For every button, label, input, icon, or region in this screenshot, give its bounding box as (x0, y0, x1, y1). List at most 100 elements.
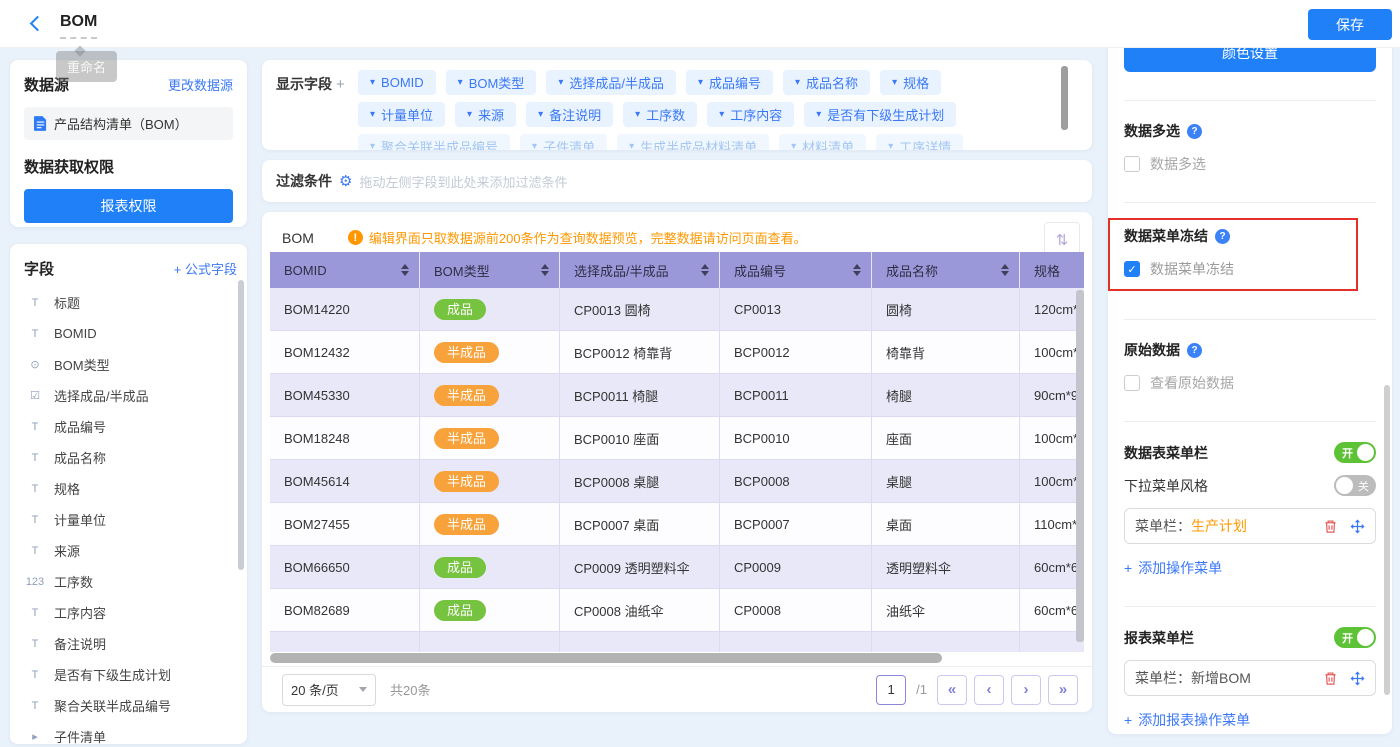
display-field-chip-disabled[interactable]: ▾ 材料清单 (779, 134, 866, 150)
back-icon[interactable] (30, 16, 46, 32)
field-item[interactable]: ▸ 子件清单 (24, 721, 237, 744)
column-header-label: BOMID (284, 263, 327, 278)
column-header[interactable]: 成品名称 (872, 252, 1020, 288)
display-field-chip-disabled[interactable]: ▾ 生成半成品材料清单 (617, 134, 769, 150)
table-menu-item[interactable]: 菜单栏： 生产计划 (1124, 508, 1376, 544)
add-table-menu-link[interactable]: + 添加操作菜单 (1124, 558, 1376, 578)
field-item[interactable]: ⊙ BOM类型 (24, 349, 237, 380)
field-item[interactable]: T 规格 (24, 473, 237, 504)
column-header[interactable]: 选择成品/半成品 (560, 252, 720, 288)
filter-panel[interactable]: 过滤条件 ⚙ 拖动左侧字段到此处来添加过滤条件 (262, 160, 1092, 202)
field-item[interactable]: 123 工序数 (24, 566, 237, 597)
display-field-chip[interactable]: ▾ 选择成品/半成品 (546, 70, 676, 95)
chevron-down-icon: ▾ (370, 141, 375, 150)
move-icon[interactable] (1350, 671, 1365, 686)
display-fields-scrollbar-thumb[interactable] (1061, 66, 1068, 130)
settings-scrollbar-thumb[interactable] (1384, 385, 1390, 695)
checkbox-unchecked[interactable] (1124, 156, 1140, 172)
column-header[interactable]: 规格 (1020, 252, 1084, 288)
save-button[interactable]: 保存 (1308, 9, 1392, 40)
sort-icon[interactable] (1001, 264, 1009, 276)
add-formula-field-link[interactable]: + 公式字段 (174, 259, 237, 278)
column-header[interactable]: 成品编号 (720, 252, 872, 288)
trash-icon[interactable] (1323, 519, 1338, 534)
dropdown-style-toggle[interactable]: 关 (1334, 475, 1376, 496)
field-label: 是否有下级生成计划 (54, 665, 171, 684)
field-item[interactable]: T 成品编号 (24, 411, 237, 442)
trash-icon[interactable] (1323, 671, 1338, 686)
table-horizontal-scrollbar-thumb[interactable] (270, 653, 942, 663)
field-item[interactable]: ☑ 选择成品/半成品 (24, 380, 237, 411)
datasource-item[interactable]: 产品结构清单（BOM） (24, 107, 233, 140)
field-item[interactable]: T BOMID (24, 318, 237, 349)
field-item[interactable]: T 是否有下级生成计划 (24, 659, 237, 690)
page-nav-button[interactable]: ‹ (974, 675, 1004, 705)
display-field-chip-disabled[interactable]: ▾ 子件清单 (520, 134, 607, 150)
display-field-chip[interactable]: ▾ BOM类型 (446, 70, 537, 95)
field-item[interactable]: T 计量单位 (24, 504, 237, 535)
table-menu-toggle[interactable]: 开 (1334, 442, 1376, 463)
table-title: BOM (282, 230, 314, 246)
display-field-chip[interactable]: ▾ 成品编号 (686, 70, 773, 95)
checkbox-checked[interactable]: ✓ (1124, 261, 1140, 277)
chip-label: 聚合关联半成品编号 (381, 137, 498, 150)
fields-scrollbar-thumb[interactable] (238, 280, 244, 570)
page-nav-button[interactable]: « (937, 675, 967, 705)
gear-icon[interactable]: ⚙ (339, 172, 352, 190)
page-nav-button[interactable]: » (1048, 675, 1078, 705)
add-display-field-icon[interactable]: + (336, 76, 345, 93)
help-icon[interactable]: ? (1187, 124, 1202, 139)
display-field-chip[interactable]: ▾ 来源 (455, 102, 516, 127)
display-field-chip[interactable]: ▾ 工序数 (623, 102, 697, 127)
sort-icon[interactable] (401, 264, 409, 276)
raw-data-checkbox-row[interactable]: 查看原始数据 (1124, 373, 1376, 393)
display-field-chip[interactable]: ▾ 计量单位 (358, 102, 445, 127)
page-size-value: 20 条/页 (291, 680, 339, 699)
column-header[interactable]: BOMID (270, 252, 420, 288)
display-field-chip-disabled[interactable]: ▾ 工序详情 (876, 134, 963, 150)
display-field-chip[interactable]: ▾ 是否有下级生成计划 (804, 102, 956, 127)
help-icon[interactable]: ? (1215, 229, 1230, 244)
change-datasource-link[interactable]: 更改数据源 (168, 75, 233, 94)
cell-select-product: BCP0012 椅靠背 (560, 331, 720, 374)
multi-select-checkbox-row[interactable]: 数据多选 (1124, 154, 1376, 174)
table-menu-title: 数据表菜单栏 (1124, 443, 1208, 463)
sort-icon[interactable] (541, 264, 549, 276)
cell-bomid: BOM12432 (270, 331, 420, 374)
display-field-chip[interactable]: ▾ 规格 (880, 70, 941, 95)
menu-freeze-checkbox-row[interactable]: ✓ 数据菜单冻结 (1124, 259, 1346, 279)
chip-label: 成品名称 (806, 73, 858, 92)
display-field-chip[interactable]: ▾ 成品名称 (783, 70, 870, 95)
report-menu-toggle[interactable]: 开 (1334, 627, 1376, 648)
table-row: BOM18248 半成品 BCP0010 座面 BCP0010 座面 100cm… (270, 417, 1084, 460)
display-field-chip[interactable]: ▾ BOMID (358, 70, 436, 95)
field-item[interactable]: T 来源 (24, 535, 237, 566)
sort-icon[interactable] (853, 264, 861, 276)
report-menu-item[interactable]: 菜单栏： 新增BOM (1124, 660, 1376, 696)
page-nav-button[interactable]: › (1011, 675, 1041, 705)
display-field-chip[interactable]: ▾ 工序内容 (707, 102, 794, 127)
add-report-menu-link[interactable]: + 添加报表操作菜单 (1124, 710, 1376, 730)
field-item[interactable]: T 聚合关联半成品编号 (24, 690, 237, 721)
move-icon[interactable] (1350, 519, 1365, 534)
cell-bomid: BOM27455 (270, 503, 420, 546)
table-scrollbar-thumb[interactable] (1076, 290, 1084, 642)
checkbox-unchecked[interactable] (1124, 375, 1140, 391)
page-size-select[interactable]: 20 条/页 (282, 674, 376, 706)
current-page-input[interactable]: 1 (876, 675, 906, 705)
column-header[interactable]: BOM类型 (420, 252, 560, 288)
field-item[interactable]: T 备注说明 (24, 628, 237, 659)
help-icon[interactable]: ? (1187, 343, 1202, 358)
report-permission-button[interactable]: 报表权限 (24, 189, 233, 223)
field-item[interactable]: T 成品名称 (24, 442, 237, 473)
page-title[interactable]: BOM (60, 13, 97, 39)
field-item[interactable]: T 工序内容 (24, 597, 237, 628)
menu-item-prefix: 菜单栏： (1135, 516, 1191, 536)
display-field-chip-disabled[interactable]: ▾ 聚合关联半成品编号 (358, 134, 510, 150)
table-row: BOM82689 成品 CP0008 油纸伞 CP0008 油纸伞 60cm*6 (270, 589, 1084, 632)
field-item[interactable]: T 标题 (24, 287, 237, 318)
chevron-down-icon: ▾ (635, 109, 640, 120)
sort-icon[interactable] (701, 264, 709, 276)
display-field-chip[interactable]: ▾ 备注说明 (526, 102, 613, 127)
field-label: 工序内容 (54, 603, 106, 622)
